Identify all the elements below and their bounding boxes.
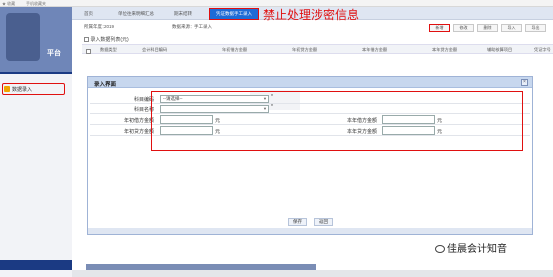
dialog-title: 录入界面 <box>94 82 117 88</box>
blurred-logo <box>6 13 40 61</box>
col-data-type[interactable]: 数据类型 <box>100 47 117 53</box>
bottom-scrollbar[interactable] <box>86 264 316 270</box>
import-button[interactable]: 导入 <box>501 24 522 32</box>
list-subhead: 录入数据列表(元) <box>84 36 129 43</box>
watermark: 佳晨会计知音 <box>435 240 507 255</box>
entry-dialog: 录入界面 × 科目编码 --请选择-- ▼ * 科目名称 ▼ * 年初借方金额 … <box>87 76 533 235</box>
export-button[interactable]: 导出 <box>525 24 546 32</box>
back-button[interactable]: 返回 <box>314 218 333 226</box>
save-button[interactable]: 保存 <box>288 218 307 226</box>
source-label: 数据来源： <box>172 24 195 29</box>
highlight-frame <box>2 83 65 95</box>
col-voucher-no[interactable]: 凭证字号 <box>534 47 551 53</box>
grid-header: 数据类型 会计科目编码 年初借方金额 年初贷方金额 本年借方金额 本年贷方金额 … <box>82 44 553 54</box>
begin-credit-label: 年初贷方金额 <box>124 129 155 135</box>
logo-suffix: 平台 <box>47 50 61 57</box>
col-aux-item[interactable]: 辅助核算项目 <box>487 47 512 53</box>
watermark-text: 佳晨会计知音 <box>447 244 507 255</box>
tab-unit-summary[interactable]: 单位往来明细汇总 <box>118 9 154 19</box>
add-button[interactable]: 新增 <box>429 24 450 32</box>
wechat-icon <box>435 245 445 254</box>
expand-checkbox[interactable] <box>84 37 89 43</box>
logo-area: 平台 <box>0 7 72 72</box>
begin-debit-label: 年初借方金额 <box>124 118 155 124</box>
tab-home[interactable]: 首页 <box>84 9 93 19</box>
sidebar-footer <box>0 260 72 270</box>
tab-period-end[interactable]: 期末结转 <box>174 9 192 19</box>
tab-voucher-manual-entry[interactable]: 凭证数据手工录入 <box>209 8 259 20</box>
dialog-titlebar: 录入界面 × <box>88 77 532 88</box>
col-subject-code[interactable]: 会计科目编码 <box>142 47 167 53</box>
sidebar-menu: 数据录入 <box>0 74 72 277</box>
close-icon[interactable]: × <box>521 79 528 86</box>
source-value[interactable]: 手工录入 <box>194 24 212 30</box>
sidebar: 平台 数据录入 <box>0 7 72 277</box>
highlight-frame <box>151 91 523 151</box>
sidebar-item-data-entry[interactable]: 数据录入 <box>2 83 68 95</box>
edit-button[interactable]: 修改 <box>453 24 474 32</box>
list-subhead-text: 录入数据列表(元) <box>90 37 129 43</box>
col-begin-credit[interactable]: 年初贷方金额 <box>292 47 317 53</box>
col-year-debit[interactable]: 本年借方金额 <box>362 47 387 53</box>
warning-text: 禁止处理涉密信息 <box>263 8 360 22</box>
delete-button[interactable]: 删除 <box>477 24 498 32</box>
dialog-footer <box>88 228 532 234</box>
year-value[interactable]: 2019 <box>104 24 114 29</box>
col-begin-debit[interactable]: 年初借方金额 <box>222 47 247 53</box>
col-year-credit[interactable]: 本年贷方金额 <box>432 47 457 53</box>
